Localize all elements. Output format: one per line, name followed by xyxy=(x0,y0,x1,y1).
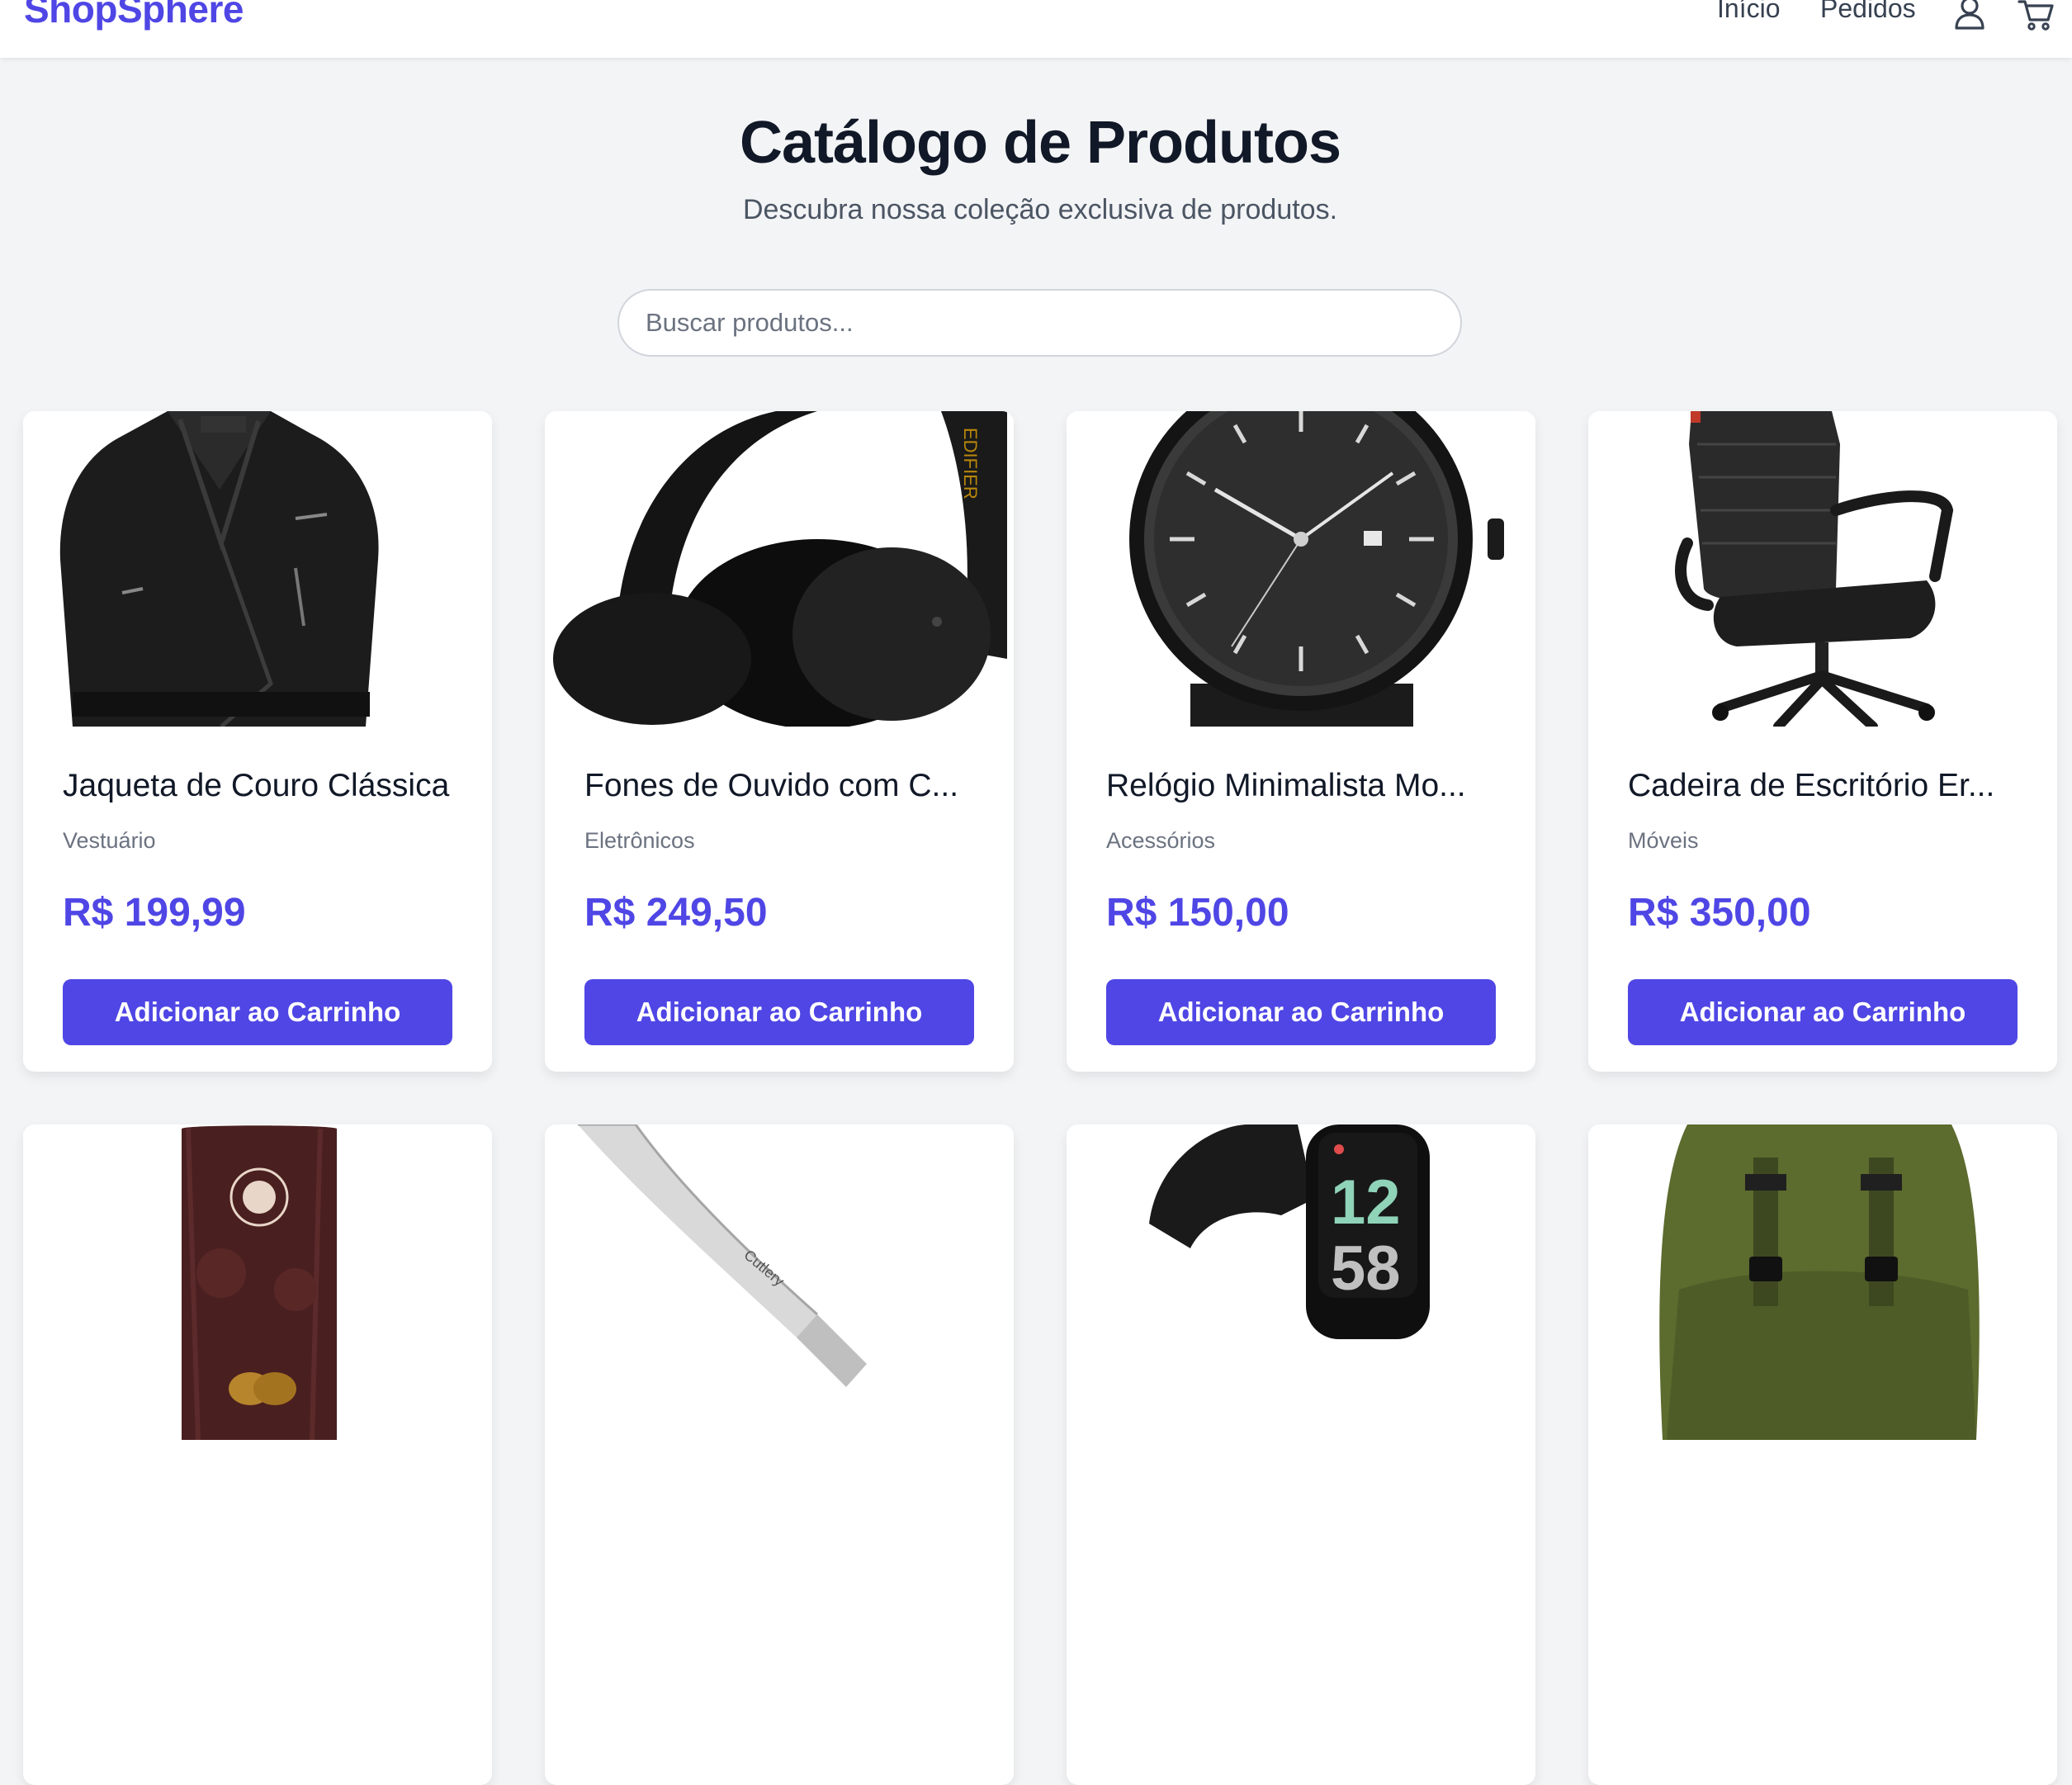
product-name[interactable]: Jaqueta de Couro Clássica xyxy=(63,768,475,804)
coffee-bag-image[interactable] xyxy=(23,1125,492,1440)
product-category: Acessórios xyxy=(1106,828,1216,853)
add-to-cart-button[interactable]: Adicionar ao Carrinho xyxy=(1106,979,1496,1045)
search-input[interactable] xyxy=(617,289,1462,357)
product-price: R$ 350,00 xyxy=(1628,891,1811,935)
product-category: Eletrônicos xyxy=(584,828,695,853)
add-to-cart-button[interactable]: Adicionar ao Carrinho xyxy=(1628,979,2018,1045)
product-name[interactable]: Cadeira de Escritório Er... xyxy=(1628,768,2041,804)
svg-text:EDIFIER: EDIFIER xyxy=(960,428,981,500)
watch-image[interactable] xyxy=(1067,411,1535,727)
top-navbar: ShopSphere Início Pedidos xyxy=(0,0,2072,58)
product-card: Jaqueta de Couro Clássica Vestuário R$ 1… xyxy=(23,411,492,1072)
product-price: R$ 150,00 xyxy=(1106,891,1289,935)
product-card: Cadeira de Escritório Er... Móveis R$ 35… xyxy=(1588,411,2057,1072)
search-bar xyxy=(617,289,1462,357)
product-name[interactable]: Relógio Minimalista Mo... xyxy=(1106,768,1519,804)
nav-link-inicio[interactable]: Início xyxy=(1717,0,1780,24)
add-to-cart-button[interactable]: Adicionar ao Carrinho xyxy=(584,979,974,1045)
user-icon[interactable] xyxy=(1951,0,1988,31)
kitchen-knife-image[interactable]: Cutlery xyxy=(545,1125,1014,1440)
product-card: 12 58 xyxy=(1067,1125,1535,1785)
page-title: Catálogo de Produtos xyxy=(739,110,1341,176)
nav-link-pedidos[interactable]: Pedidos xyxy=(1820,0,1916,24)
headphones-image[interactable]: EDIFIER xyxy=(545,411,1014,727)
leather-jacket-image[interactable] xyxy=(23,411,492,727)
fitness-band-minutes: 58 xyxy=(1331,1233,1401,1304)
page-subtitle: Descubra nossa coleção exclusiva de prod… xyxy=(742,194,1338,225)
backpack-image[interactable] xyxy=(1588,1125,2057,1440)
product-name[interactable]: Fones de Ouvido com C... xyxy=(584,768,997,804)
add-to-cart-button[interactable]: Adicionar ao Carrinho xyxy=(63,979,452,1045)
product-card xyxy=(23,1125,492,1785)
fitness-band-image[interactable]: 12 58 xyxy=(1067,1125,1535,1440)
product-card: EDIFIER Fones de Ouvido com C... Eletrôn… xyxy=(545,411,1014,1072)
product-price: R$ 199,99 xyxy=(63,891,246,935)
product-category: Móveis xyxy=(1628,828,1699,853)
fitness-band-hours: 12 xyxy=(1331,1167,1401,1238)
cart-icon[interactable] xyxy=(2018,0,2054,31)
product-price: R$ 249,50 xyxy=(584,891,768,935)
product-card: Relógio Minimalista Mo... Acessórios R$ … xyxy=(1067,411,1535,1072)
office-chair-image[interactable] xyxy=(1588,411,2057,727)
product-card xyxy=(1588,1125,2057,1785)
product-card: Cutlery xyxy=(545,1125,1014,1785)
brand-logo[interactable]: ShopSphere xyxy=(24,0,244,31)
product-category: Vestuário xyxy=(63,828,156,853)
